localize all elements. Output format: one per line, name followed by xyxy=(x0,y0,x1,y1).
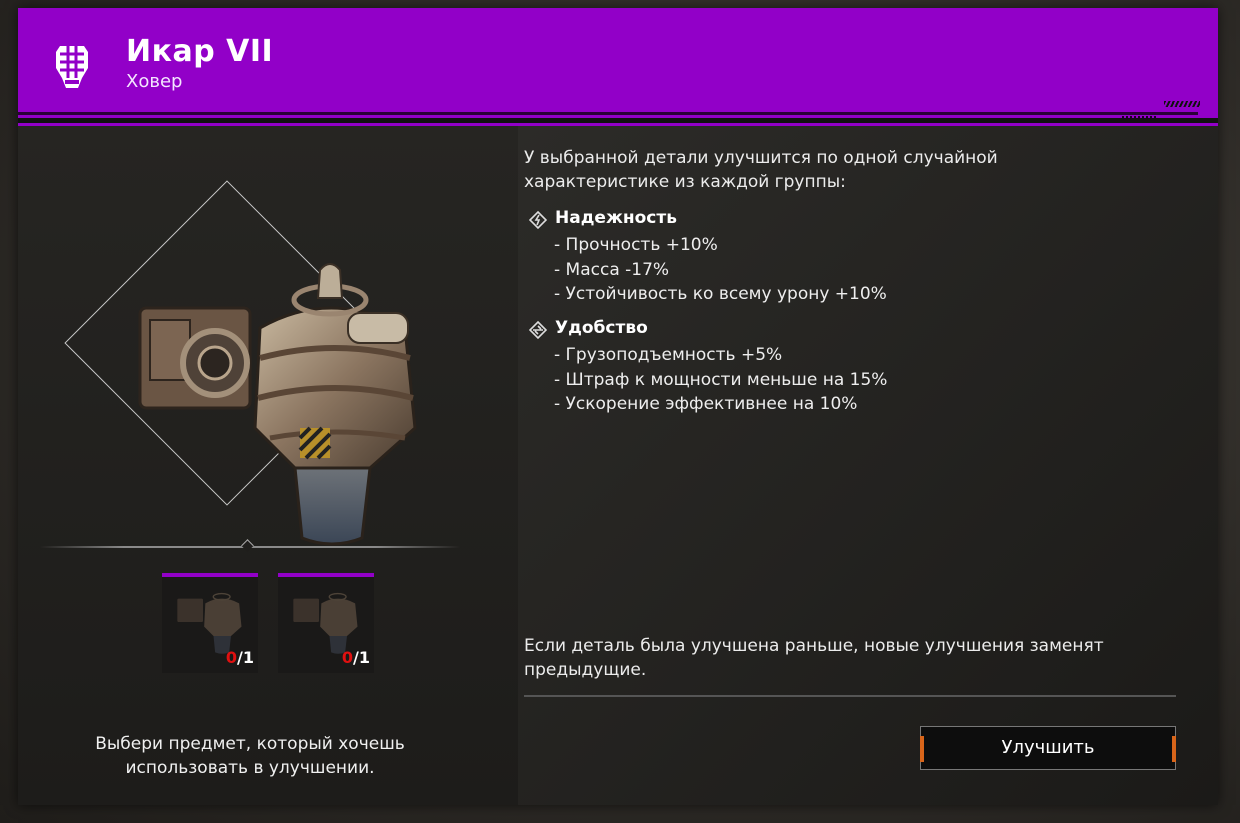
upgrade-button[interactable]: Улучшить xyxy=(920,726,1176,770)
header-bar: Икар VII Ховер xyxy=(18,8,1218,119)
footer-rule xyxy=(524,695,1176,697)
stat-line: - Штраф к мощности меньше на 15% xyxy=(554,370,888,390)
convenience-icon xyxy=(529,321,547,339)
item-subtitle: Ховер xyxy=(126,71,183,92)
stat-line: - Устойчивость ко всему урону +10% xyxy=(554,284,887,304)
header-divider xyxy=(18,112,1198,115)
material-slot-2[interactable]: 0/1 xyxy=(278,573,374,673)
reliability-icon xyxy=(529,211,547,229)
upgrade-intro: У выбранной детали улучшится по одной сл… xyxy=(524,148,998,192)
material-slot-1[interactable]: 0/1 xyxy=(162,573,258,673)
hover-part-thumb-icon xyxy=(177,592,242,654)
header-hatch xyxy=(1164,101,1200,107)
slot-count: 0/1 xyxy=(225,648,254,667)
select-item-hint: Выбери предмет, который хочешь использов… xyxy=(95,734,405,778)
stat-line: - Прочность +10% xyxy=(554,235,718,255)
stat-line: - Ускорение эффективнее на 10% xyxy=(554,394,858,414)
group-title-reliability: Надежность xyxy=(555,208,677,228)
stat-line: - Грузоподъемность +5% xyxy=(554,345,783,365)
group-title-convenience: Удобство xyxy=(555,318,648,338)
hover-part-thumb-icon xyxy=(293,592,358,654)
replace-note: Если деталь была улучшена раньше, новые … xyxy=(524,636,1104,680)
slot-count: 0/1 xyxy=(341,648,370,667)
hover-part-image xyxy=(138,263,417,546)
header-dots xyxy=(1122,116,1158,119)
hover-icon xyxy=(56,46,88,88)
item-title: Икар VII xyxy=(126,34,274,69)
stat-line: - Масса -17% xyxy=(554,260,670,280)
